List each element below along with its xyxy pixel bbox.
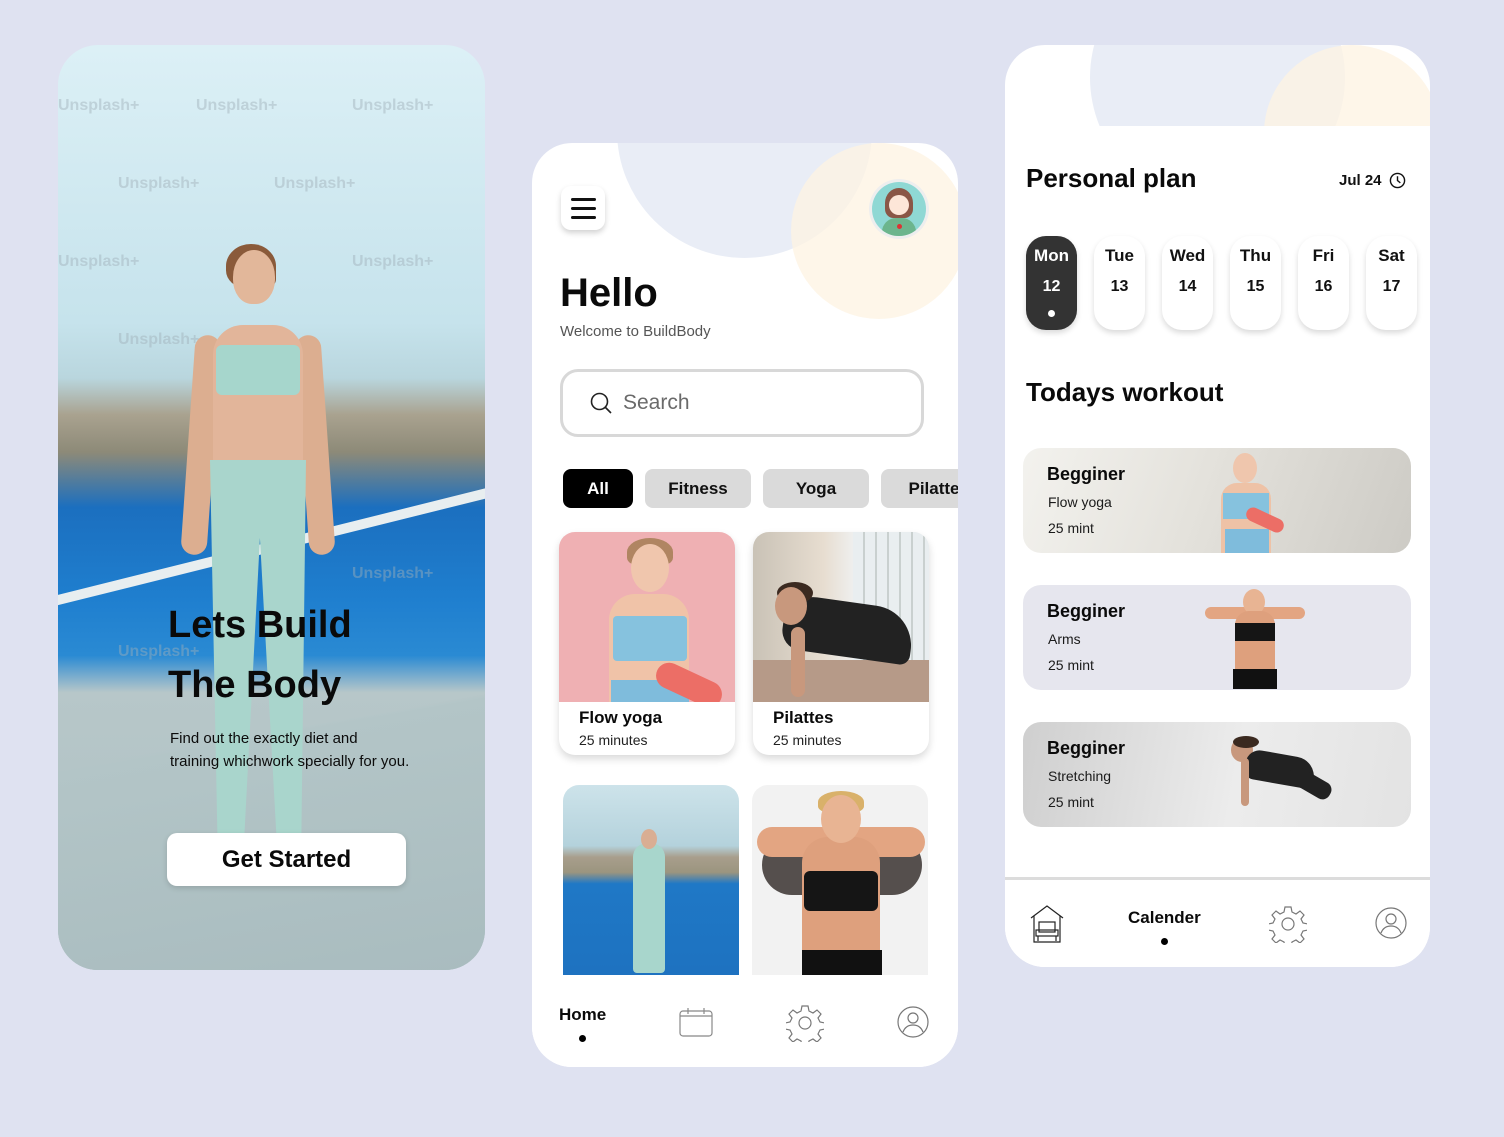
nav-calendar[interactable]: Calender — [1128, 908, 1201, 945]
gear-icon[interactable] — [786, 1004, 824, 1042]
watermark: Unsplash+ — [58, 97, 140, 114]
chip-fitness[interactable]: Fitness — [645, 469, 751, 508]
workout-name: Stretching — [1048, 768, 1112, 784]
bottom-navigation: Calender — [1005, 880, 1430, 967]
nav-calendar-label: Calender — [1128, 908, 1201, 927]
watermark: Unsplash+ — [58, 253, 140, 270]
watermark: Unsplash+ — [274, 175, 356, 192]
day-wed[interactable]: Wed 14 — [1162, 236, 1213, 330]
headline-line-1: Lets Build — [168, 604, 352, 646]
workout-level: Begginer — [1047, 464, 1126, 484]
day-fri[interactable]: Fri 16 — [1298, 236, 1349, 330]
day-thu[interactable]: Thu 15 — [1230, 236, 1281, 330]
house-icon[interactable] — [1030, 905, 1064, 943]
plan-screen: Personal plan Jul 24 Mon 12 Tue 13 Wed 1… — [1005, 45, 1430, 967]
search-icon — [590, 392, 612, 414]
day-mon[interactable]: Mon 12 — [1026, 236, 1077, 330]
search-input[interactable] — [623, 391, 883, 415]
workout-photo — [1213, 453, 1293, 553]
workout-duration: 25 mint — [1048, 794, 1094, 810]
watermark: Unsplash+ — [352, 565, 434, 582]
user-circle-icon[interactable] — [897, 1006, 929, 1038]
card-image — [559, 532, 735, 702]
workout-duration: 25 mint — [1048, 657, 1094, 673]
card-image — [753, 532, 929, 702]
chip-all[interactable]: All — [563, 469, 633, 508]
category-chips: All Fitness Yoga Pilatte — [563, 469, 958, 508]
user-avatar[interactable] — [869, 179, 929, 239]
get-started-button[interactable]: Get Started — [167, 833, 406, 886]
watermark: Unsplash+ — [196, 97, 278, 114]
greeting-title: Hello — [560, 271, 658, 315]
workout-duration: 25 mint — [1048, 520, 1094, 536]
workout-item-flow-yoga[interactable]: Begginer Flow yoga 25 mint — [1023, 448, 1411, 553]
card-duration: 25 minutes — [773, 732, 842, 748]
watermark: Unsplash+ — [352, 253, 434, 270]
gear-icon[interactable] — [1269, 905, 1307, 943]
workout-level: Begginer — [1047, 738, 1126, 758]
workout-item-arms[interactable]: Begginer Arms 25 mint — [1023, 585, 1411, 690]
headline-line-2: The Body — [168, 664, 342, 706]
day-tue[interactable]: Tue 13 — [1094, 236, 1145, 330]
workout-card-flow-yoga[interactable]: Flow yoga 25 minutes — [559, 532, 735, 755]
nav-home-label: Home — [559, 1005, 607, 1024]
workout-level: Begginer — [1047, 601, 1126, 621]
card-image — [752, 785, 928, 975]
workout-card-court[interactable] — [563, 785, 739, 975]
welcome-subtitle: Welcome to BuildBody — [560, 323, 711, 340]
athlete-photo — [178, 244, 336, 910]
bottom-navigation: Home — [532, 975, 958, 1067]
menu-line — [570, 215, 596, 219]
card-duration: 25 minutes — [579, 732, 648, 748]
onboarding-headline: Lets Build The Body — [168, 595, 352, 715]
card-title: Flow yoga — [579, 708, 663, 727]
chip-pilatte[interactable]: Pilatte — [881, 469, 958, 508]
chip-yoga[interactable]: Yoga — [763, 469, 869, 508]
onboarding-description: Find out the exactly diet and training w… — [170, 730, 410, 770]
current-date: Jul 24 — [1339, 172, 1382, 189]
workout-card-pilattes[interactable]: Pilattes 25 minutes — [753, 532, 929, 755]
workout-photo — [1223, 736, 1343, 826]
active-indicator-dot — [1160, 938, 1168, 945]
watermark: Unsplash+ — [118, 175, 200, 192]
date-selector[interactable]: Jul 24 — [1339, 172, 1406, 189]
workout-name: Flow yoga — [1048, 494, 1112, 510]
search-box[interactable] — [560, 369, 924, 437]
user-circle-icon[interactable] — [1375, 907, 1407, 939]
home-screen: Hello Welcome to BuildBody All Fitness Y… — [532, 143, 958, 1067]
day-sat[interactable]: Sat 17 — [1366, 236, 1417, 330]
workout-card-arms[interactable] — [752, 785, 928, 975]
workout-name: Arms — [1048, 631, 1081, 647]
calendar-icon[interactable] — [679, 1007, 713, 1037]
selected-day-dot — [1048, 310, 1055, 317]
card-image — [563, 785, 739, 975]
nav-home[interactable]: Home — [559, 1005, 606, 1042]
week-day-selector: Mon 12 Tue 13 Wed 14 Thu 15 Fri 16 Sat 1… — [1026, 236, 1417, 330]
watermark: Unsplash+ — [352, 97, 434, 114]
onboarding-screen: Unsplash+ Unsplash+ Unsplash+ Unsplash+ … — [58, 45, 485, 970]
workout-item-stretching[interactable]: Begginer Stretching 25 mint — [1023, 722, 1411, 827]
menu-line — [570, 197, 596, 201]
plan-title: Personal plan — [1026, 163, 1197, 193]
active-indicator-dot — [579, 1035, 587, 1042]
workout-photo — [1205, 589, 1305, 690]
clock-icon — [1389, 172, 1405, 189]
card-title: Pilattes — [773, 708, 834, 727]
menu-line — [570, 206, 596, 210]
hamburger-menu-button[interactable] — [561, 186, 605, 230]
todays-workout-title: Todays workout — [1026, 377, 1224, 407]
decorative-blob-cream — [791, 143, 958, 319]
